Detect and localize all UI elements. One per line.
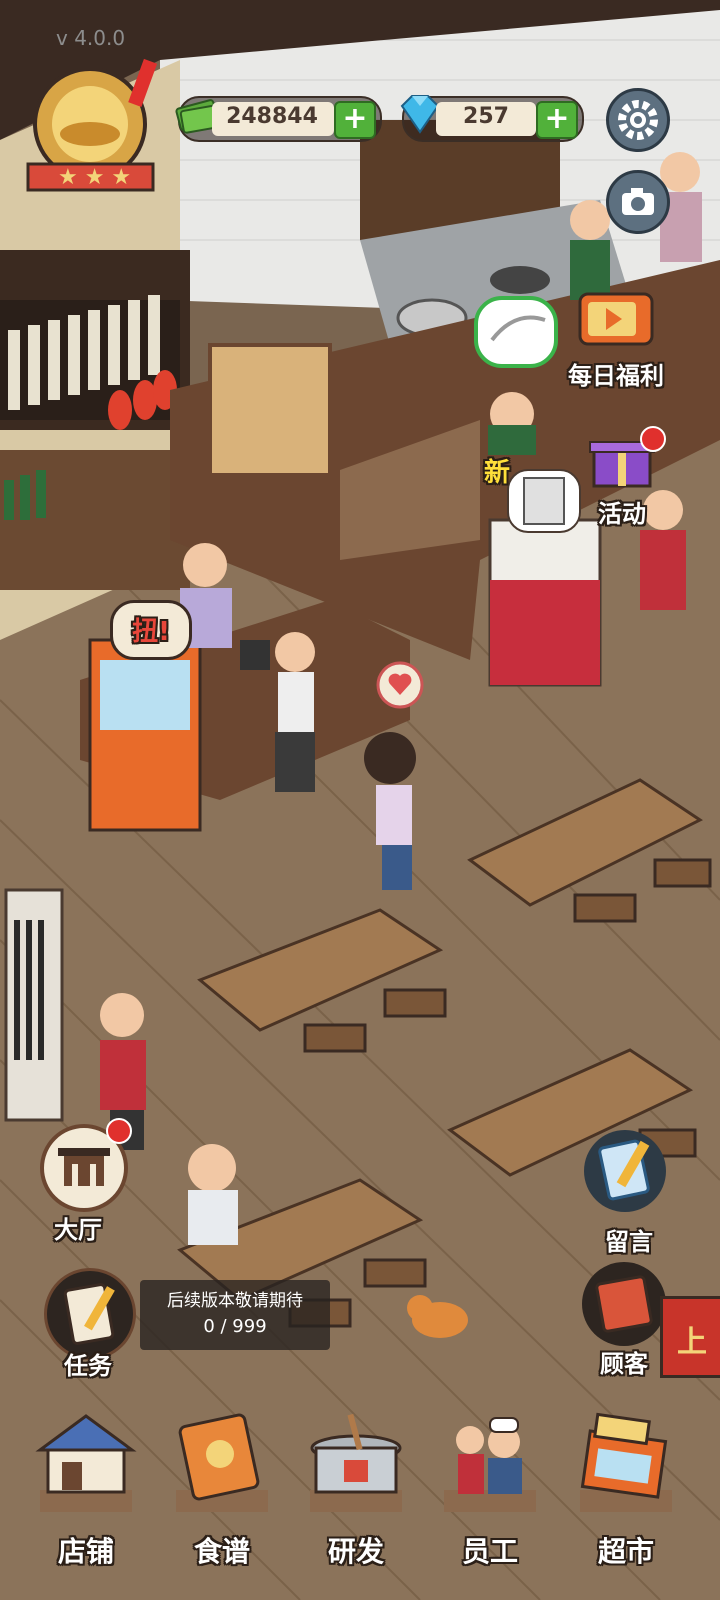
messages-icon-circle: [584, 1130, 666, 1212]
daily-welfare-button[interactable]: 每日福利: [552, 288, 680, 398]
gem-counter: 257 +: [400, 95, 584, 142]
cash-register: [240, 640, 270, 670]
add-gems-button[interactable]: +: [536, 101, 578, 139]
tasks-label: 任务: [64, 1352, 112, 1380]
shop-icon: [35, 1414, 137, 1512]
task-panel[interactable]: 后续版本敬请期待 0 / 999: [140, 1280, 330, 1350]
clipboard-icon: [63, 1283, 115, 1345]
customer-man: [275, 632, 315, 792]
customers-icon-circle: [582, 1262, 666, 1346]
nav-recipes-label: 食谱: [193, 1535, 250, 1568]
nav-supermarket[interactable]: 超市: [566, 1410, 686, 1570]
camera-icon: [622, 188, 654, 215]
customer-book-icon: [595, 1275, 653, 1333]
supermarket-icon: [580, 1412, 672, 1512]
gem-amount: 257: [463, 104, 509, 129]
new-badge: 新: [484, 458, 511, 488]
tasks-button[interactable]: 任务: [40, 1268, 136, 1380]
messages-button[interactable]: 留言: [574, 1130, 684, 1260]
events-label: 活动: [598, 500, 646, 528]
nav-shop-label: 店铺: [57, 1535, 114, 1568]
burner: [490, 266, 550, 294]
noodle-bubble: [474, 296, 558, 368]
recipe-book-icon: [176, 1413, 268, 1512]
nav-shop[interactable]: 店铺: [26, 1410, 146, 1570]
add-cash-button[interactable]: +: [334, 101, 376, 139]
messages-label: 留言: [605, 1228, 653, 1256]
seated-customer: [188, 1144, 238, 1245]
notepad-pencil-icon: [598, 1139, 650, 1201]
camera-button[interactable]: [606, 170, 670, 234]
nav-staff[interactable]: 员工: [430, 1410, 550, 1570]
version-label: v 4.0.0: [56, 26, 126, 50]
ac-vents: [14, 920, 44, 1060]
cooking-pot-icon: [310, 1413, 402, 1512]
settings-button[interactable]: [606, 88, 670, 152]
customers-label: 顾客: [600, 1350, 648, 1378]
task-title: 后续版本敬请期待: [167, 1291, 303, 1311]
events-button[interactable]: 活动: [572, 420, 672, 530]
svg-text:★ ★ ★: ★ ★ ★: [58, 165, 131, 190]
nav-research-label: 研发: [327, 1535, 384, 1568]
restaurant-rank-emblem[interactable]: ★ ★ ★: [18, 52, 163, 192]
staff-icon: [444, 1417, 536, 1512]
daily-welfare-label: 每日福利: [568, 362, 664, 390]
chef: [488, 392, 536, 455]
store-sign-text: 上: [677, 1325, 707, 1360]
cash-amount: 248844: [226, 104, 318, 129]
task-progress: 0 / 999: [203, 1316, 267, 1337]
tv-reward-icon: [578, 292, 654, 346]
fridge-bottom: [490, 580, 600, 685]
nav-staff-label: 员工: [461, 1535, 518, 1568]
hall-notification-dot: [106, 1118, 132, 1144]
customers-button[interactable]: 顾客: [574, 1262, 674, 1378]
gacha-bubble[interactable]: 扭!: [110, 600, 192, 660]
order-board: [208, 343, 332, 477]
bottom-nav: 店铺 食谱 研发 员工 超市: [0, 1410, 720, 1600]
gear-icon: [618, 100, 658, 140]
store-sign: 上: [660, 1296, 720, 1378]
gacha-window: [100, 660, 190, 730]
nav-recipes[interactable]: 食谱: [162, 1410, 282, 1570]
hall-button[interactable]: 大厅: [28, 1118, 138, 1248]
nav-supermarket-label: 超市: [597, 1535, 654, 1568]
nav-research[interactable]: 研发: [296, 1410, 416, 1570]
cash-counter: 248844 +: [175, 96, 382, 142]
gacha-bubble-text: 扭!: [132, 617, 170, 647]
hall-label: 大厅: [54, 1216, 102, 1244]
kitchen-cook: [570, 200, 610, 300]
events-notification-dot: [640, 426, 666, 452]
